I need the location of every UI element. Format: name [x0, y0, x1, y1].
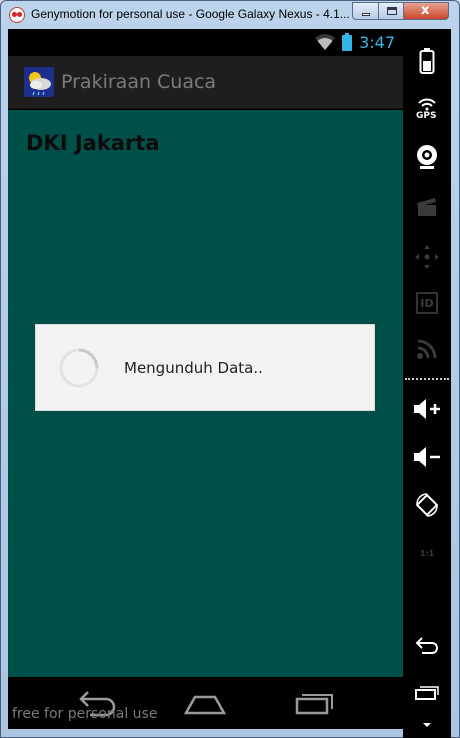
spinner-icon — [59, 348, 99, 388]
action-bar: Prakiraan Cuaca — [8, 56, 403, 109]
progress-dialog: Mengunduh Data.. — [35, 324, 375, 411]
city-heading: DKI Jakarta — [26, 131, 160, 155]
recent-apps-side-icon — [415, 686, 439, 700]
close-icon: x — [421, 3, 430, 18]
webcam-icon — [417, 145, 437, 169]
cast-widget-button[interactable] — [403, 329, 451, 369]
ratio-label: 1:1 — [419, 548, 435, 558]
battery-widget-button[interactable] — [403, 41, 451, 81]
toolbar-scroll-down[interactable] — [403, 705, 451, 738]
screencast-widget-button[interactable] — [403, 187, 451, 227]
volume-down-icon — [414, 447, 440, 467]
volume-up-icon — [414, 399, 440, 419]
device-id-widget-button[interactable]: ID — [403, 283, 451, 323]
minimize-button[interactable] — [352, 2, 379, 20]
gps-signal-icon — [418, 98, 436, 111]
genymotion-logo-icon — [9, 7, 25, 23]
remote-control-widget-button[interactable] — [403, 237, 451, 277]
gps-widget-button[interactable]: GPS — [403, 89, 451, 129]
weather-app-icon[interactable] — [24, 67, 54, 97]
window-title: Genymotion for personal use - Google Gal… — [31, 7, 350, 21]
close-button[interactable]: x — [403, 2, 449, 20]
id-label: ID — [416, 292, 438, 314]
maximize-button[interactable] — [378, 2, 404, 20]
scroll-down-arrow-icon — [423, 723, 431, 727]
main-content: DKI Jakarta Mengunduh Data.. — [8, 110, 403, 677]
rotate-icon — [415, 493, 439, 517]
volume-up-button[interactable] — [403, 389, 451, 429]
android-screen[interactable]: 3:47 Prakiraan Cuaca DKI Jakarta Mengund… — [8, 29, 403, 729]
volume-down-button[interactable] — [403, 437, 451, 477]
camera-widget-button[interactable] — [403, 137, 451, 177]
back-arrow-icon — [415, 637, 438, 654]
maximize-icon — [387, 7, 397, 15]
app-title: Prakiraan Cuaca — [61, 71, 217, 93]
toolbar-divider — [405, 378, 449, 380]
rss-icon — [417, 339, 437, 359]
home-icon[interactable] — [183, 689, 227, 717]
recent-apps-icon[interactable] — [293, 689, 337, 717]
back-button[interactable] — [403, 625, 451, 665]
pixel-ratio-button[interactable]: 1:1 — [403, 533, 451, 573]
genymotion-toolbar: GPS ID 1:1 — [403, 29, 451, 738]
wifi-icon — [315, 34, 335, 50]
clapperboard-icon — [417, 198, 436, 216]
personal-use-watermark: free for personal use — [12, 706, 158, 722]
minimize-icon — [362, 13, 370, 16]
status-bar: 3:47 — [8, 29, 403, 56]
dialog-message: Mengunduh Data.. — [124, 359, 263, 377]
gps-label: GPS — [416, 111, 437, 121]
status-time: 3:47 — [359, 33, 395, 52]
battery-widget-icon — [419, 48, 435, 74]
rotate-button[interactable] — [403, 485, 451, 525]
weather-icon — [24, 67, 54, 97]
navigation-bar: free for personal use — [8, 677, 403, 729]
dpad-icon — [415, 245, 439, 269]
title-bar[interactable]: Genymotion for personal use - Google Gal… — [1, 1, 459, 29]
battery-icon — [342, 33, 352, 51]
